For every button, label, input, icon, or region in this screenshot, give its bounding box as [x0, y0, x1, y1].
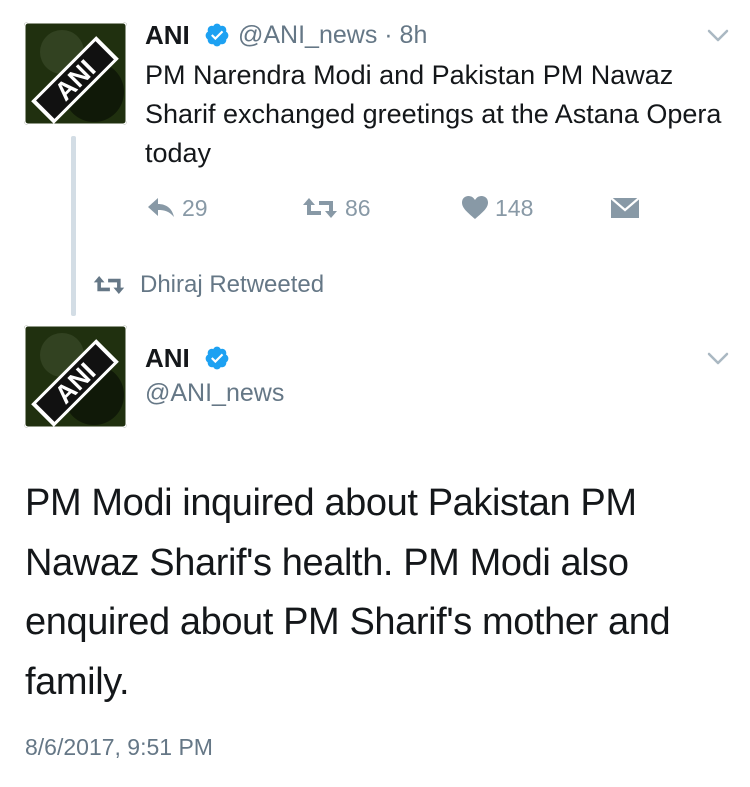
- tweet-text: PM Narendra Modi and Pakistan PM Nawaz S…: [145, 60, 722, 168]
- tweet-text: PM Modi inquired about Pakistan PM Nawaz…: [25, 482, 671, 703]
- reply-button[interactable]: 29: [146, 190, 208, 226]
- chevron-down-icon[interactable]: [707, 29, 729, 43]
- reply-icon: [148, 198, 174, 217]
- heart-icon: [462, 196, 488, 219]
- retweet-context[interactable]: Dhiraj Retweeted: [92, 268, 324, 302]
- like-button[interactable]: 148: [461, 190, 533, 226]
- ani-logo-image: ANI: [24, 325, 127, 428]
- author-avatar[interactable]: ANI: [24, 325, 127, 428]
- author-avatar[interactable]: ANI: [24, 22, 127, 125]
- chevron-down-icon[interactable]: [707, 352, 729, 366]
- verified-badge-icon: [205, 23, 229, 47]
- author-handle-time[interactable]: @ANI_news · 8h: [238, 20, 427, 50]
- retweet-button[interactable]: 86: [301, 190, 371, 226]
- author-name[interactable]: ANI: [145, 343, 190, 373]
- direct-message-button[interactable]: [610, 190, 640, 226]
- thread-connector-line: [71, 136, 76, 316]
- like-count: 148: [495, 194, 534, 221]
- reply-count: 29: [182, 194, 208, 221]
- retweet-icon: [303, 198, 337, 218]
- tweet-actions: 29 86 148: [0, 190, 750, 226]
- retweeted-label: Dhiraj Retweeted: [140, 271, 325, 298]
- retweet-icon: [93, 276, 125, 294]
- author-handle[interactable]: @ANI_news: [145, 378, 284, 408]
- ani-logo-image: ANI: [24, 22, 127, 125]
- tweet-timestamp[interactable]: 8/6/2017, 9:51 PM: [25, 733, 213, 761]
- retweet-count: 86: [345, 194, 371, 221]
- envelope-icon: [610, 197, 640, 218]
- verified-badge-icon: [205, 346, 229, 370]
- author-name[interactable]: ANI: [145, 20, 190, 50]
